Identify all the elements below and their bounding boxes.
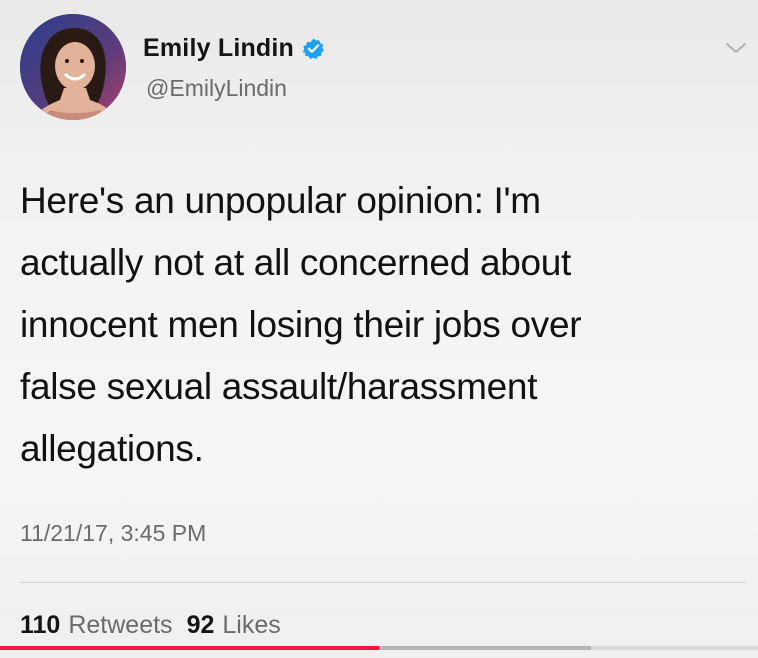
avatar-photo (20, 14, 126, 120)
tweet-timestamp[interactable]: 11/21/17, 3:45 PM (20, 520, 206, 547)
likes-label: Likes (222, 611, 281, 639)
chevron-down-icon[interactable] (724, 40, 748, 56)
author-name[interactable]: Emily Lindin (143, 34, 294, 63)
likes-count: 92 (186, 611, 215, 639)
avatar[interactable] (20, 14, 126, 120)
video-progress-bar[interactable] (0, 646, 758, 650)
author-handle[interactable]: @EmilyLindin (146, 75, 287, 102)
author-name-row: Emily Lindin (143, 34, 325, 63)
retweets-count: 110 (20, 611, 61, 639)
verified-badge-icon (302, 37, 325, 60)
video-progress-fill (0, 646, 379, 650)
retweets-stat[interactable]: 110 Retweets (20, 611, 173, 640)
stats-row: 110 Retweets 92 Likes (20, 611, 295, 640)
likes-stat[interactable]: 92 Likes (187, 611, 281, 640)
tweet-card: Emily Lindin @EmilyLindin Here's an unpo… (0, 0, 758, 658)
retweets-label: Retweets (68, 611, 173, 639)
divider (20, 582, 746, 583)
tweet-text: Here's an unpopular opinion: I'm actuall… (20, 180, 582, 469)
video-buffer-bar (379, 646, 592, 650)
